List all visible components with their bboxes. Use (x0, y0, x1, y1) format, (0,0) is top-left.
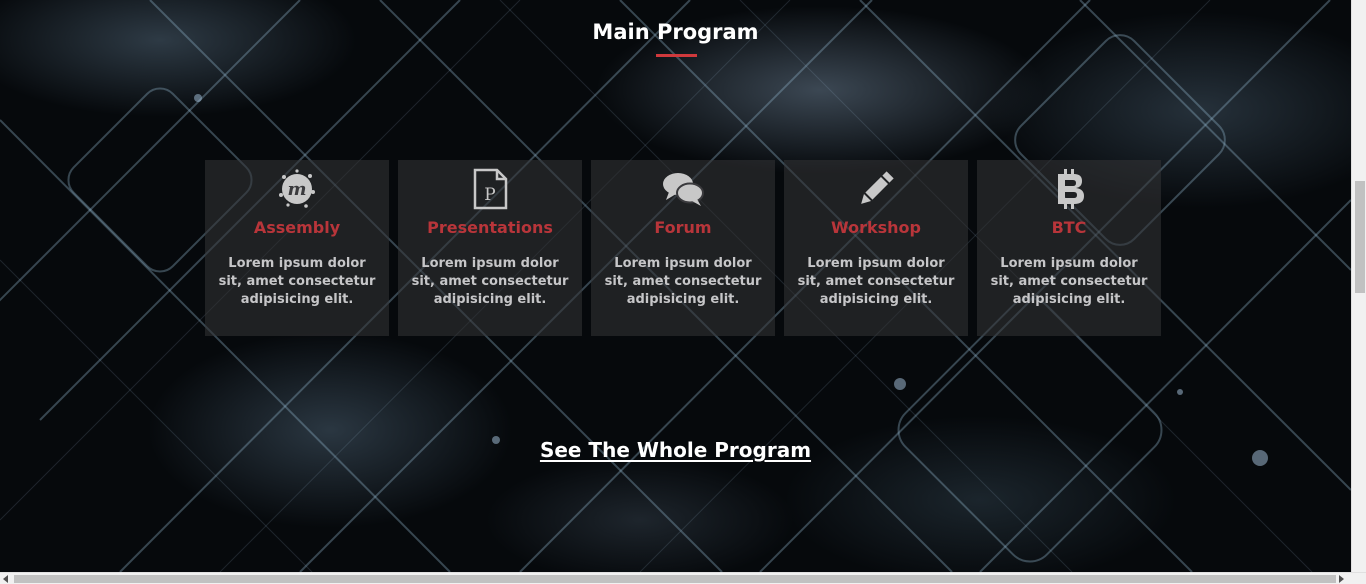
program-cards: m Assembly Lorem ipsum dolor sit, amet c… (205, 160, 1161, 336)
vertical-scrollbar[interactable] (1351, 0, 1366, 572)
card-title: Workshop (831, 218, 921, 237)
pencil-icon (784, 168, 968, 210)
scroll-right-icon[interactable] (1339, 575, 1344, 583)
svg-text:m: m (287, 179, 306, 200)
horizontal-scrollbar-thumb[interactable] (14, 575, 1336, 583)
card-text: Lorem ipsum dolor sit, amet consectetur … (604, 256, 762, 307)
card-title: Presentations (427, 218, 553, 237)
see-whole-program-link[interactable]: See The Whole Program (540, 438, 811, 462)
card-text: Lorem ipsum dolor sit, amet consectetur … (990, 256, 1148, 307)
section-title: Main Program (592, 20, 759, 44)
horizontal-scrollbar[interactable] (0, 572, 1366, 584)
card-presentations[interactable]: P Presentations Lorem ipsum dolor sit, a… (398, 160, 582, 336)
comments-icon (591, 168, 775, 210)
card-text: Lorem ipsum dolor sit, amet consectetur … (218, 256, 376, 307)
meetup-icon: m (205, 168, 389, 210)
card-forum[interactable]: Forum Lorem ipsum dolor sit, amet consec… (591, 160, 775, 336)
svg-text:P: P (484, 185, 495, 205)
card-title: Assembly (253, 218, 341, 237)
title-underline (656, 54, 697, 57)
vertical-scrollbar-thumb[interactable] (1355, 181, 1365, 293)
card-title: Forum (654, 218, 712, 237)
scroll-left-icon[interactable] (3, 575, 8, 583)
card-workshop[interactable]: Workshop Lorem ipsum dolor sit, amet con… (784, 160, 968, 336)
card-btc[interactable]: BTC Lorem ipsum dolor sit, amet consecte… (977, 160, 1161, 336)
bitcoin-icon (977, 168, 1161, 210)
card-assembly[interactable]: m Assembly Lorem ipsum dolor sit, amet c… (205, 160, 389, 336)
card-text: Lorem ipsum dolor sit, amet consectetur … (797, 256, 955, 307)
program-link-container: See The Whole Program (0, 438, 1351, 462)
card-title: BTC (1051, 218, 1087, 237)
file-powerpoint-icon: P (398, 168, 582, 210)
card-text: Lorem ipsum dolor sit, amet consectetur … (411, 256, 569, 307)
